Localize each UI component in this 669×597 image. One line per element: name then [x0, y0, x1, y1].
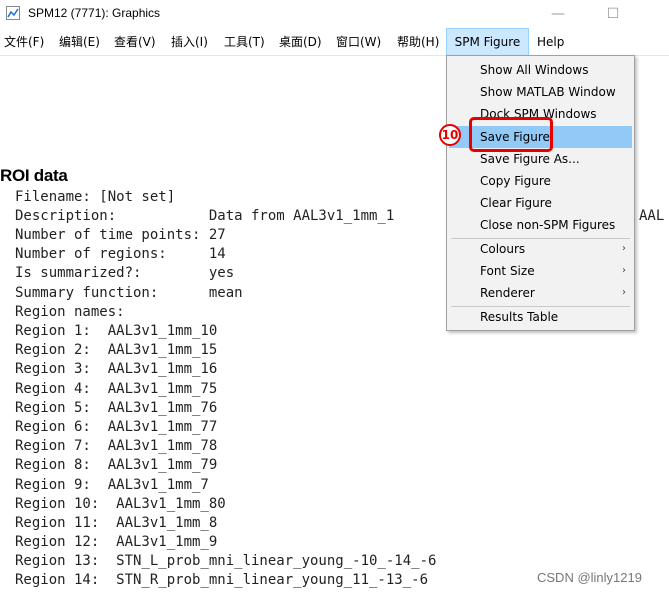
menu-item-label: Renderer [480, 286, 535, 300]
roi-region-line: Region 6: AAL3v1_1mm_77 [15, 419, 218, 435]
matlab-figure-icon [6, 6, 20, 20]
roi-region-line: Region 12: AAL3v1_1mm_9 [15, 534, 218, 550]
roi-region-line: Region 5: AAL3v1_1mm_76 [15, 400, 218, 416]
menu-tools[interactable]: 工具(T) [220, 28, 269, 56]
maximize-button[interactable]: ☐ [590, 0, 636, 28]
menu-bar: 文件(F) 编辑(E) 查看(V) 插入(I) 工具(T) 桌面(D) 窗口(W… [0, 28, 669, 56]
menu-item-label: Clear Figure [480, 196, 552, 210]
roi-region-line: Region 4: AAL3v1_1mm_75 [15, 381, 218, 397]
minimize-button[interactable]: — [535, 0, 581, 28]
menu-item-label: Colours [480, 242, 526, 256]
menu-item-copy-figure[interactable]: Copy Figure [449, 170, 632, 192]
watermark: CSDN @linly1219 [537, 570, 642, 585]
menu-item-label: Copy Figure [480, 174, 551, 188]
roi-region-line: Region 3: AAL3v1_1mm_16 [15, 361, 218, 377]
title-bar: SPM12 (7771): Graphics — ☐ [0, 0, 669, 28]
menu-edit[interactable]: 编辑(E) [55, 28, 104, 56]
menu-item-label: Results Table [480, 310, 559, 324]
menu-window[interactable]: 窗口(W) [332, 28, 385, 56]
roi-region-line: Region 10: AAL3v1_1mm_80 [15, 496, 226, 512]
chevron-right-icon: › [622, 243, 626, 254]
menu-item-label: Show All Windows [480, 63, 589, 77]
step-number-badge: 10 [439, 124, 461, 146]
roi-region-line: Region 9: AAL3v1_1mm_7 [15, 477, 209, 493]
menu-item-close-non-spm-figures[interactable]: Close non-SPM Figures [449, 214, 632, 236]
menu-item-font-size[interactable]: Font Size › [449, 260, 632, 282]
roi-region-line: Region 8: AAL3v1_1mm_79 [15, 457, 218, 473]
roi-region-line: Region 7: AAL3v1_1mm_78 [15, 438, 218, 454]
menu-item-label: Save Figure As... [480, 152, 580, 166]
menu-item-label: Close non-SPM Figures [480, 218, 616, 232]
roi-heading: ROI data [0, 166, 68, 185]
roi-summary-function: Summary function: mean [15, 285, 243, 301]
chevron-right-icon: › [622, 287, 626, 298]
menu-item-label: Font Size [480, 264, 535, 278]
menu-insert[interactable]: 插入(I) [167, 28, 212, 56]
menu-view[interactable]: 查看(V) [110, 28, 160, 56]
menu-help-cn[interactable]: 帮助(H) [393, 28, 443, 56]
roi-filename: Filename: [Not set] [15, 189, 176, 205]
roi-region-line: Region 11: AAL3v1_1mm_8 [15, 515, 218, 531]
roi-region-line: Region 2: AAL3v1_1mm_15 [15, 342, 218, 358]
menu-file[interactable]: 文件(F) [0, 28, 48, 56]
menu-item-results-table[interactable]: Results Table [449, 306, 632, 328]
roi-region-count: Number of regions: 14 [15, 246, 226, 262]
roi-time-points: Number of time points: 27 [15, 227, 226, 243]
menu-help[interactable]: Help [533, 28, 568, 56]
menu-item-label: Show MATLAB Window [480, 85, 616, 99]
menu-item-renderer[interactable]: Renderer › [449, 282, 632, 304]
roi-summarized: Is summarized?: yes [15, 265, 235, 281]
spm-figure-dropdown: Show All Windows Show MATLAB Window Dock… [446, 55, 635, 331]
roi-region-names-label: Region names: [15, 304, 125, 320]
roi-region-line: Region 13: STN_L_prob_mni_linear_young_-… [15, 553, 437, 569]
menu-item-show-matlab-window[interactable]: Show MATLAB Window [449, 81, 632, 103]
roi-description-overflow: AAL [639, 208, 665, 224]
highlight-annotation-box [469, 117, 553, 152]
menu-item-colours[interactable]: Colours › [449, 238, 632, 260]
roi-region-line: Region 14: STN_R_prob_mni_linear_young_1… [15, 572, 429, 588]
menu-item-clear-figure[interactable]: Clear Figure [449, 192, 632, 214]
roi-description: Description: Data from AAL3v1_1mm_1 [15, 208, 395, 224]
roi-region-line: Region 1: AAL3v1_1mm_10 [15, 323, 218, 339]
chevron-right-icon: › [622, 265, 626, 276]
menu-desktop[interactable]: 桌面(D) [275, 28, 326, 56]
menu-spm-figure[interactable]: SPM Figure [446, 28, 529, 56]
window-title: SPM12 (7771): Graphics [28, 6, 161, 20]
menu-item-show-all-windows[interactable]: Show All Windows [449, 59, 632, 81]
